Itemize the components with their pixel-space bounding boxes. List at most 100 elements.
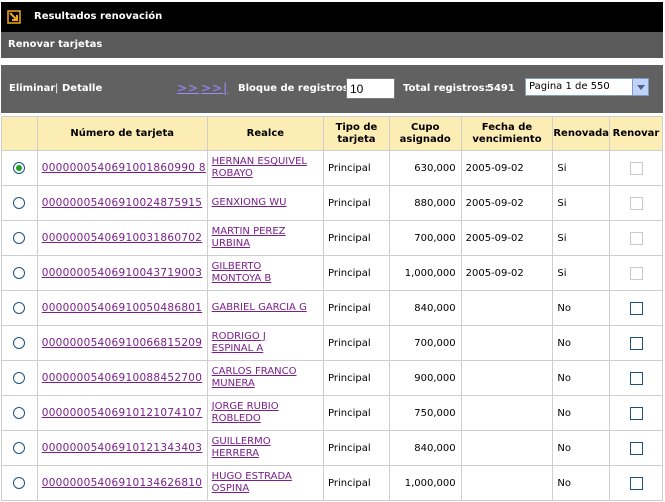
row-radio[interactable] [13,302,26,314]
renovada-cell: Si [552,255,611,291]
tipo-cell: Principal [323,465,390,501]
renovar-cell [609,185,663,221]
column-header-realce: Realce [206,116,325,151]
card-number-link[interactable]: 00000005406910134626810 [42,477,203,489]
next-page-link[interactable]: >> [177,81,199,95]
renovada-cell: No [552,290,611,326]
realce-line: MARTIN PEREZ [211,226,286,237]
cupo-cell: 900,000 [388,360,462,396]
fecha-cell: 2005-09-02 [460,185,554,221]
realce-link[interactable]: GABRIEL GARCIA G [212,302,323,314]
realce-line: RODRIGO J [211,331,266,342]
page-select[interactable]: Pagina 1 de 550 [525,78,649,96]
select-cell [1,395,38,431]
tipo-cell: Principal [323,360,390,396]
column-header-cupo: Cupo asignado [388,116,462,151]
card-number-link[interactable]: 00000005406910024875915 [42,197,203,209]
card-number-link[interactable]: 0000000540691001860990 8 [42,162,206,174]
table-row: 00000005406910121343403 GUILLERMO HERRERA P… [1,430,663,466]
renovar-checkbox [629,266,643,280]
card-number-link[interactable]: 00000005406910031860702 [42,232,203,244]
fecha-cell: 2005-09-02 [460,220,554,256]
renovar-checkbox[interactable] [629,371,643,385]
realce-link[interactable]: HUGO ESTRADA OSPINA [212,471,323,495]
block-label: Bloque de registros: [238,83,353,94]
cupo-cell: 1,000,000 [388,255,462,291]
table-row: 00000005406910050486801 GABRIEL GARCIA G P… [1,290,663,326]
renovada-cell: No [552,360,611,396]
realce-cell: MARTIN PEREZ URBINA [206,220,325,256]
card-number-link[interactable]: 00000005406910050486801 [42,302,203,314]
card-number-link[interactable]: 00000005406910066815209 [42,337,203,349]
fecha-cell [460,395,554,431]
realce-link[interactable]: MARTIN PEREZ URBINA [212,226,323,250]
realce-link[interactable]: CARLOS FRANCO MUNERA [212,366,323,390]
arrow-down-right-icon [7,10,21,24]
numero-cell: 00000005406910121343403 [36,430,208,466]
select-cell [1,430,38,466]
column-header-renovada: Renovada [552,116,611,151]
tipo-cell: Principal [323,150,390,186]
numero-cell: 00000005406910043719003 [36,255,208,291]
realce-link[interactable]: RODRIGO J ESPINAL A [212,331,323,355]
realce-line: JORGE RUBIO [211,401,279,412]
numero-cell: 00000005406910088452700 [36,360,208,396]
realce-line: GABRIEL GARCIA G [211,302,307,313]
tipo-cell: Principal [323,220,390,256]
realce-line: MUNERA [211,378,255,389]
realce-line: ROBLEDO [211,413,261,424]
row-radio[interactable] [13,442,26,454]
last-page-link[interactable]: >>| [201,81,228,95]
numero-cell: 0000000540691001860990 8 [36,150,208,186]
card-number-link[interactable]: 00000005406910043719003 [42,267,203,279]
renovar-cell [609,430,663,466]
renovar-checkbox[interactable] [629,441,643,455]
detalle-button[interactable]: Detalle [62,83,102,94]
numero-cell: 00000005406910031860702 [36,220,208,256]
eliminar-button[interactable]: Eliminar [9,83,55,94]
realce-link[interactable]: GUILLERMO HERRERA [212,436,323,460]
renovar-cell [609,290,663,326]
realce-link[interactable]: GILBERTO MONTOYA B [212,261,323,285]
tipo-cell: Principal [323,430,390,466]
card-number-link[interactable]: 00000005406910088452700 [42,372,203,384]
realce-link[interactable]: HERNAN ESQUIVEL ROBAYO [212,156,323,180]
row-radio[interactable] [13,267,26,279]
row-radio[interactable] [13,372,26,384]
fecha-cell: 2005-09-02 [460,150,554,186]
chevron-down-icon[interactable] [632,79,648,95]
row-radio[interactable] [13,197,26,209]
select-cell [1,465,38,501]
renovar-checkbox [629,231,643,245]
renovar-checkbox[interactable] [629,336,643,350]
table-header-row: Número de tarjeta Realce Tipo de tarjeta… [1,116,663,151]
renovar-checkbox[interactable] [629,476,643,490]
fecha-cell [460,360,554,396]
numero-cell: 00000005406910134626810 [36,465,208,501]
select-cell [1,255,38,291]
fecha-cell: 2005-09-02 [460,255,554,291]
row-radio[interactable] [13,337,26,349]
column-header-select [1,116,38,151]
row-radio[interactable] [13,162,26,174]
card-number-link[interactable]: 00000005406910121343403 [42,442,203,454]
renovar-checkbox[interactable] [629,301,643,315]
cupo-cell: 700,000 [388,325,462,361]
card-number-link[interactable]: 00000005406910121074107 [42,407,203,419]
row-radio[interactable] [13,232,26,244]
row-radio[interactable] [13,477,26,489]
block-size-input[interactable] [346,78,395,99]
realce-link[interactable]: GENXIONG WU [212,197,323,209]
select-cell [1,325,38,361]
renovada-cell: No [552,395,611,431]
cupo-cell: 880,000 [388,185,462,221]
realce-line: GENXIONG WU [211,197,287,208]
numero-cell: 00000005406910066815209 [36,325,208,361]
title-bar: Resultados renovación [1,2,663,32]
realce-link[interactable]: JORGE RUBIO ROBLEDO [212,401,323,425]
renovar-checkbox[interactable] [629,406,643,420]
row-radio[interactable] [13,407,26,419]
select-cell [1,290,38,326]
select-cell [1,360,38,396]
realce-cell: HERNAN ESQUIVEL ROBAYO [206,150,325,186]
